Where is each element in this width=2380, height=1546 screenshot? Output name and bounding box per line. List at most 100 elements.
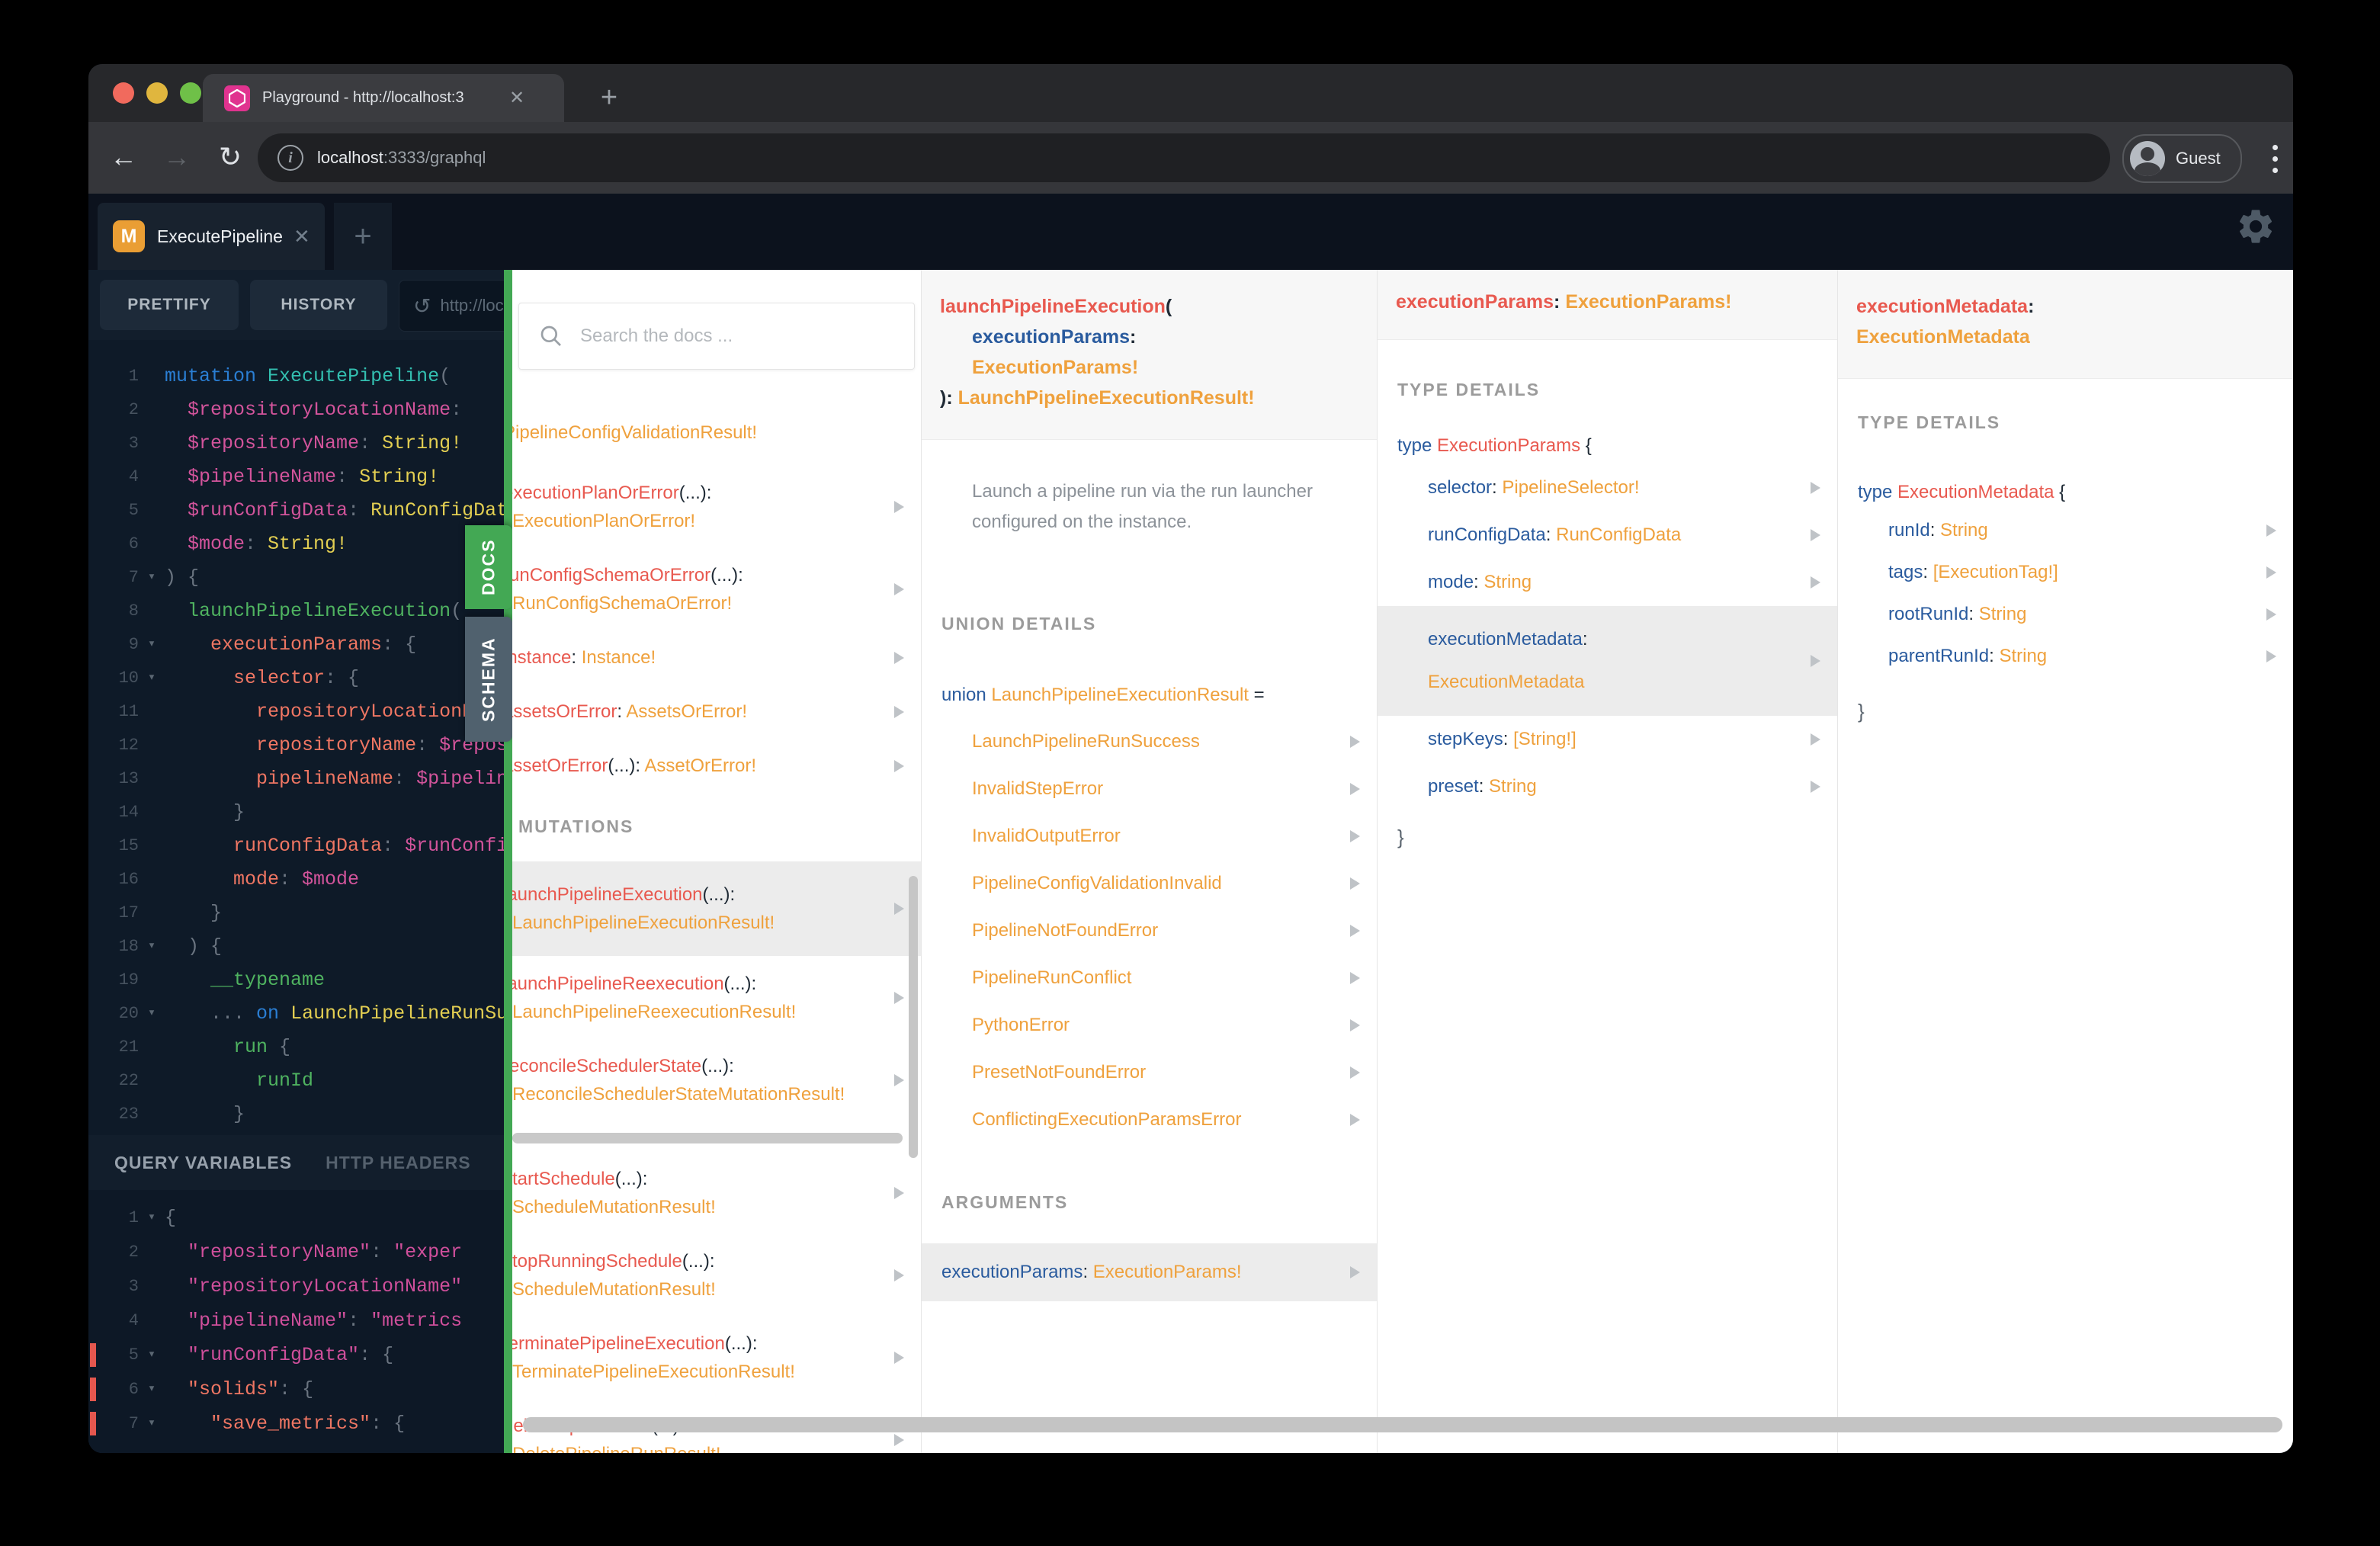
union-member-name: PipelineConfigValidationInvalid xyxy=(972,873,1222,893)
docs-side-tab[interactable]: DOCS xyxy=(465,525,512,609)
fold-arrow-icon[interactable]: ▾ xyxy=(139,1406,165,1441)
fold-arrow-icon[interactable]: ▾ xyxy=(139,628,165,662)
field-description: Launch a pipeline run via the run launch… xyxy=(972,481,1313,532)
fold-arrow-icon[interactable]: ▾ xyxy=(139,1338,165,1372)
type-field[interactable]: rootRunId: String xyxy=(1838,593,2293,635)
type-field[interactable]: executionMetadata: ExecutionMetadata xyxy=(1378,606,1837,716)
type-field[interactable]: preset: String xyxy=(1378,763,1837,810)
arguments-title: ARGUMENTS xyxy=(941,1192,1069,1212)
type-field[interactable]: stepKeys: [String!] xyxy=(1378,716,1837,763)
type-field[interactable]: runConfigData: RunConfigData xyxy=(1378,512,1837,559)
fold-arrow-icon[interactable]: ▾ xyxy=(139,561,165,595)
profile-button[interactable]: Guest xyxy=(2122,134,2242,183)
tab-query-variables[interactable]: QUERY VARIABLES xyxy=(114,1153,292,1173)
type-field[interactable]: parentRunId: String xyxy=(1838,635,2293,677)
editor-bottom-tabs: QUERY VARIABLES HTTP HEADERS xyxy=(88,1135,512,1190)
union-member[interactable]: ConflictingExecutionParamsError xyxy=(922,1096,1377,1143)
code-text: repositoryLocationName: $repositoryLocat… xyxy=(256,701,512,723)
code-line: 11 repositoryLocationName: $repositoryLo… xyxy=(88,695,512,729)
doc-item-text: assetsOrError: AssetsOrError! xyxy=(512,701,748,722)
code-line: 7 ▾ "save_metrics": { xyxy=(88,1406,512,1441)
union-member[interactable]: InvalidOutputError xyxy=(922,813,1377,860)
fold-arrow-icon[interactable]: ▾ xyxy=(139,1201,165,1235)
address-bar[interactable]: i localhost:3333/graphql xyxy=(258,133,2110,182)
fold-arrow-icon[interactable]: ▾ xyxy=(139,930,165,964)
endpoint-input[interactable]: ↺ http://loc xyxy=(399,280,512,332)
argument-row[interactable]: executionParams: ExecutionParams! xyxy=(922,1243,1377,1301)
field-text: preset: String xyxy=(1428,776,1537,797)
forward-button[interactable]: → xyxy=(156,133,198,181)
doc-list-item[interactable]: stopRunningSchedule(...): ScheduleMutatio… xyxy=(512,1246,921,1305)
doc-list-item[interactable]: assetsOrError: AssetsOrError! xyxy=(512,696,921,727)
doc-list-item[interactable]: assetOrError(...): AssetOrError! xyxy=(512,750,921,781)
minimize-button[interactable] xyxy=(146,82,168,104)
type-field[interactable]: selector: PipelineSelector! xyxy=(1378,464,1837,512)
docs-search-box[interactable] xyxy=(518,303,915,370)
fold-arrow-icon[interactable]: ▾ xyxy=(139,662,165,695)
zoom-button[interactable] xyxy=(180,82,201,104)
back-button[interactable]: ← xyxy=(102,133,145,181)
union-member[interactable]: PipelineConfigValidationInvalid xyxy=(922,860,1377,907)
union-member[interactable]: PipelineNotFoundError xyxy=(922,907,1377,954)
search-input[interactable] xyxy=(579,325,871,348)
chevron-right-icon xyxy=(2266,524,2276,537)
type-field[interactable]: tags: [ExecutionTag!] xyxy=(1838,551,2293,593)
fold-arrow-icon[interactable]: ▾ xyxy=(139,997,165,1031)
code-text: ) { xyxy=(165,566,200,589)
line-number: 1 xyxy=(128,1208,139,1227)
union-member[interactable]: PresetNotFoundError xyxy=(922,1049,1377,1096)
browser-menu-button[interactable] xyxy=(2260,137,2290,180)
line-number: 23 xyxy=(118,1105,139,1124)
union-member[interactable]: PythonError xyxy=(922,1002,1377,1049)
schema-side-tab[interactable]: SCHEMA xyxy=(465,617,512,742)
doc-list-item[interactable]: terminatePipelineExecution(...): Terminat… xyxy=(512,1328,921,1387)
doc-item-text: startSchedule(...): ScheduleMutationResul… xyxy=(512,1169,716,1217)
playground-tab[interactable]: M ExecutePipeline ✕ xyxy=(98,203,325,270)
close-button[interactable] xyxy=(113,82,134,104)
signature-line: executionParams: xyxy=(972,326,1137,348)
field-signature-header: launchPipelineExecution(executionParams:… xyxy=(922,270,1377,440)
doc-list-item[interactable]: reconcileSchedulerState(...): ReconcileSc… xyxy=(512,1050,921,1110)
doc-list-item[interactable]: launchPipelineExecution(...): LaunchPipel… xyxy=(512,861,921,956)
query-editor[interactable]: 1 mutation ExecutePipeline(2 $repositoryL… xyxy=(88,340,512,1155)
type-field[interactable]: runId: String xyxy=(1838,509,2293,551)
code-line: 18 ▾ ) { xyxy=(88,930,512,964)
doc-list-item[interactable]: instance: Instance! xyxy=(512,642,921,673)
history-button[interactable]: HISTORY xyxy=(250,280,387,330)
tab-close-icon[interactable]: ✕ xyxy=(509,87,524,109)
doc-list-item[interactable]: startSchedule(...): ScheduleMutationResul… xyxy=(512,1163,921,1223)
prettify-button[interactable]: PRETTIFY xyxy=(100,280,239,330)
tab-http-headers[interactable]: HTTP HEADERS xyxy=(326,1153,471,1173)
doc-list-item-partial[interactable]: PipelineConfigValidationResult! xyxy=(512,419,921,447)
union-member[interactable]: InvalidStepError xyxy=(922,765,1377,813)
union-member[interactable]: PipelineRunConflict xyxy=(922,954,1377,1002)
doc-list-item[interactable]: runConfigSchemaOrError(...): RunConfigSch… xyxy=(512,560,921,619)
docs-panel-edge[interactable] xyxy=(504,270,512,1453)
doc-item-text: instance: Instance! xyxy=(512,647,656,668)
refresh-schema-icon[interactable]: ↺ xyxy=(413,293,431,319)
scrollbar-vertical[interactable] xyxy=(909,876,918,1158)
scrollbar-horizontal[interactable] xyxy=(512,1133,903,1143)
playground-new-tab-button[interactable]: + xyxy=(334,203,392,270)
type-field[interactable]: mode: String xyxy=(1378,559,1837,606)
settings-gear-icon[interactable] xyxy=(2235,206,2276,247)
fold-arrow-icon[interactable]: ▾ xyxy=(139,1372,165,1406)
scrollbar-horizontal[interactable] xyxy=(523,1417,2282,1432)
type-details-title: TYPE DETAILS xyxy=(1397,380,1541,399)
code-text: run { xyxy=(233,1036,291,1058)
chevron-right-icon xyxy=(1811,655,1820,667)
doc-list-item[interactable]: launchPipelineReexecution(...): LaunchPip… xyxy=(512,968,921,1028)
chevron-right-icon xyxy=(1811,733,1820,746)
playground-tab-close-icon[interactable]: ✕ xyxy=(293,225,310,249)
code-text: executionParams: { xyxy=(210,633,417,656)
query-variables-editor[interactable]: 1 ▾{2 "repositoryName": "exper 3 "reposito… xyxy=(88,1190,512,1453)
site-info-icon[interactable]: i xyxy=(277,145,303,171)
new-tab-button[interactable]: + xyxy=(588,78,630,117)
playground-main: PRETTIFY HISTORY ↺ http://loc 1 mutation … xyxy=(88,270,2293,1453)
browser-tab[interactable]: Playground - http://localhost:3 ✕ xyxy=(203,74,564,122)
chevron-right-icon xyxy=(2266,650,2276,662)
reload-button[interactable]: ↻ xyxy=(209,133,252,181)
union-member[interactable]: LaunchPipelineRunSuccess xyxy=(922,718,1377,765)
line-number: 3 xyxy=(128,434,139,453)
doc-list-item[interactable]: executionPlanOrError(...): ExecutionPlanO… xyxy=(512,477,921,537)
